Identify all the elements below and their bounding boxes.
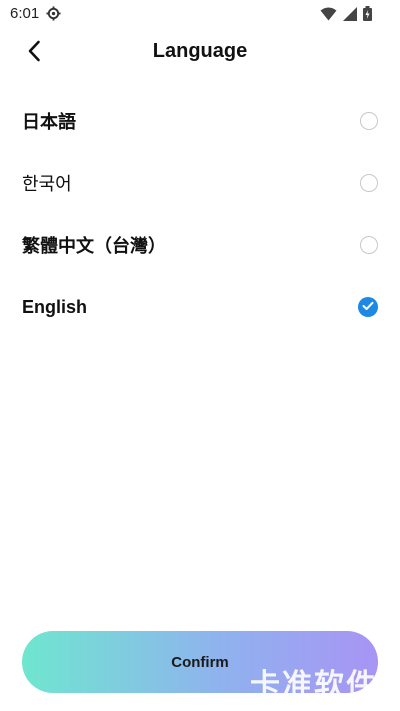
language-label: 繁體中文（台灣） [22, 236, 166, 256]
header: Language [0, 28, 400, 76]
language-label: 日本語 [22, 112, 76, 132]
page-title: Language [152, 40, 248, 62]
signal-icon [343, 6, 357, 26]
confirm-button[interactable]: Confirm [22, 631, 378, 693]
radio-unchecked[interactable] [360, 174, 378, 192]
status-bar: 6:01 [0, 0, 400, 28]
language-list: 日本語 한국어 繁體中文（台灣） English [0, 90, 400, 338]
settings-gear-icon [46, 6, 61, 21]
wifi-icon [320, 7, 337, 26]
checkmark-icon [362, 298, 374, 316]
language-screen: 6:01 Language 日本語 한국어 繁體中文（台灣） English C… [0, 0, 400, 711]
confirm-label: Confirm [171, 653, 229, 671]
radio-checked[interactable] [358, 297, 378, 317]
language-option-korean[interactable]: 한국어 [0, 152, 400, 214]
radio-unchecked[interactable] [360, 236, 378, 254]
language-option-traditional-chinese[interactable]: 繁體中文（台灣） [0, 214, 400, 276]
status-time: 6:01 [10, 5, 40, 22]
language-option-japanese[interactable]: 日本語 [0, 90, 400, 152]
language-option-english[interactable]: English [0, 276, 400, 338]
battery-icon [363, 6, 372, 26]
radio-unchecked[interactable] [360, 112, 378, 130]
language-label: 한국어 [22, 174, 72, 194]
language-label: English [22, 296, 88, 317]
